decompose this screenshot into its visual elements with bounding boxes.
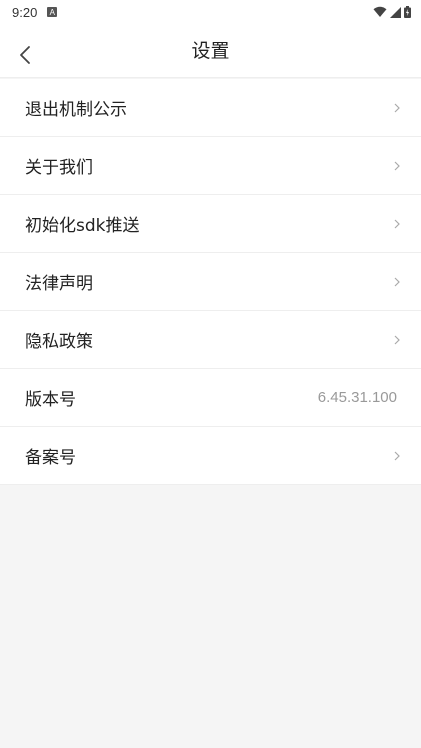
chevron-right-icon bbox=[393, 102, 401, 114]
chevron-right-icon bbox=[393, 450, 401, 462]
settings-item-filing-number[interactable]: 备案号 bbox=[0, 427, 421, 485]
settings-item-label: 初始化sdk推送 bbox=[25, 216, 140, 236]
settings-item-label: 关于我们 bbox=[25, 158, 93, 178]
notification-icon: A bbox=[47, 7, 58, 17]
settings-item-about-us[interactable]: 关于我们 bbox=[0, 137, 421, 195]
battery-icon bbox=[404, 6, 411, 18]
page-title: 设置 bbox=[191, 40, 230, 62]
header: 设置 bbox=[0, 24, 421, 78]
status-bar: 9:20 A bbox=[0, 0, 421, 24]
settings-item-version: 版本号 6.45.31.100 bbox=[0, 369, 421, 427]
cell-signal-icon bbox=[390, 6, 401, 18]
status-left: 9:20 A bbox=[12, 4, 58, 20]
chevron-right-icon bbox=[393, 334, 401, 346]
settings-item-label: 版本号 bbox=[25, 390, 76, 410]
settings-item-label: 退出机制公示 bbox=[25, 100, 127, 120]
status-right bbox=[373, 6, 411, 18]
settings-item-init-sdk-push[interactable]: 初始化sdk推送 bbox=[0, 195, 421, 253]
settings-item-label: 备案号 bbox=[25, 448, 76, 468]
settings-item-legal-statement[interactable]: 法律声明 bbox=[0, 253, 421, 311]
version-value: 6.45.31.100 bbox=[317, 389, 397, 406]
chevron-right-icon bbox=[393, 218, 401, 230]
settings-item-exit-mechanism[interactable]: 退出机制公示 bbox=[0, 79, 421, 137]
settings-item-label: 法律声明 bbox=[25, 274, 93, 294]
chevron-right-icon bbox=[393, 160, 401, 172]
status-time: 9:20 bbox=[12, 4, 38, 20]
back-arrow-icon bbox=[20, 46, 30, 64]
settings-item-label: 隐私政策 bbox=[25, 332, 93, 352]
settings-list: 退出机制公示 关于我们 初始化sdk推送 法律声明 隐私政策 版本号 6.45.… bbox=[0, 79, 421, 485]
chevron-right-icon bbox=[393, 276, 401, 288]
wifi-icon bbox=[373, 6, 387, 17]
back-button[interactable] bbox=[10, 40, 40, 70]
settings-item-privacy-policy[interactable]: 隐私政策 bbox=[0, 311, 421, 369]
